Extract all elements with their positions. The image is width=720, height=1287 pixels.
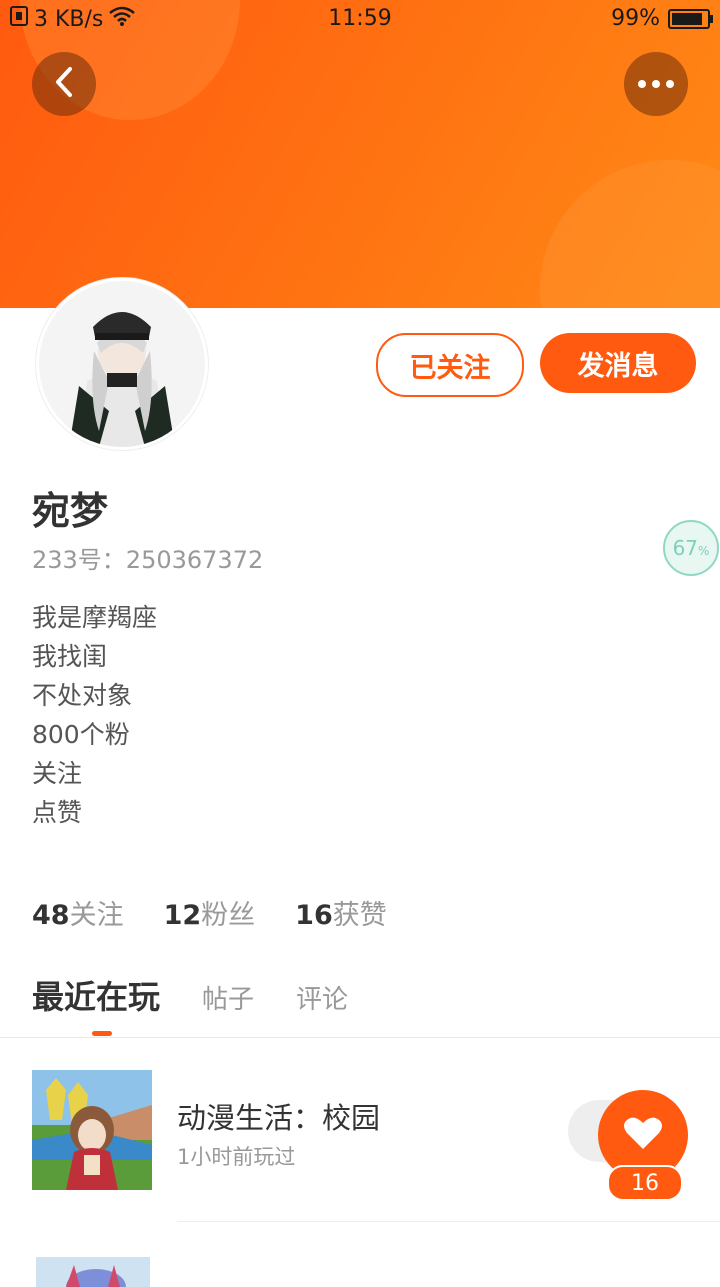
stat-label: 关注 <box>69 900 124 931</box>
bio-line: 我是摩羯座 <box>32 603 158 632</box>
stat-likes[interactable]: 16获赞 <box>295 893 387 932</box>
stat-value: 48 <box>32 900 70 931</box>
profile-banner <box>0 0 720 308</box>
game-thumbnail[interactable] <box>36 1257 150 1287</box>
game-thumbnail[interactable] <box>32 1070 152 1190</box>
profile-stats: 48关注 12粉丝 16获赞 <box>32 893 387 932</box>
game-last-played: 1小时前玩过 <box>177 1145 296 1169</box>
game-title[interactable]: 动漫生活：校园 <box>177 1095 380 1137</box>
stat-value: 16 <box>295 900 333 931</box>
stat-value: 12 <box>163 900 202 931</box>
tab-recently-played[interactable]: 最近在玩 <box>32 972 160 1018</box>
completion-badge[interactable]: 67% <box>663 520 719 576</box>
banner-decoration <box>540 160 720 308</box>
tab-comments[interactable]: 评论 <box>296 979 348 1016</box>
avatar[interactable] <box>36 278 208 450</box>
like-count: 16 <box>607 1165 683 1201</box>
send-message-button[interactable]: 发消息 <box>540 333 696 393</box>
stat-label: 获赞 <box>332 900 387 931</box>
completion-unit: % <box>698 544 710 558</box>
status-bar: 3 KB/s 11:59 99% <box>0 0 720 40</box>
bio-line: 不处对象 <box>32 681 133 710</box>
divider <box>0 1037 720 1038</box>
heart-icon <box>623 1115 663 1155</box>
followed-button[interactable]: 已关注 <box>376 333 524 397</box>
bio-line: 800个粉 <box>32 720 130 749</box>
bio-line: 关注 <box>32 759 83 788</box>
more-dots-icon <box>638 80 674 88</box>
battery-icon <box>668 8 713 29</box>
tab-posts[interactable]: 帖子 <box>202 979 254 1016</box>
profile-tabs: 最近在玩 帖子 评论 <box>32 972 348 1018</box>
profile-bio: 我是摩羯座 我找闺 不处对象 800个粉 关注 点赞 <box>32 598 157 832</box>
stat-fans[interactable]: 12粉丝 <box>164 893 256 932</box>
bio-line: 点赞 <box>32 798 83 827</box>
more-button[interactable] <box>624 52 688 116</box>
chevron-left-icon <box>52 66 76 102</box>
bio-line: 我找闺 <box>32 642 108 671</box>
stat-following[interactable]: 48关注 <box>32 893 124 932</box>
battery-percent: 99% <box>611 6 660 31</box>
back-button[interactable] <box>32 52 96 116</box>
row-divider <box>177 1221 720 1222</box>
stat-label: 粉丝 <box>201 900 256 931</box>
profile-uid: 233号：250367372 <box>32 546 264 574</box>
completion-value: 67 <box>672 536 699 560</box>
tab-indicator <box>92 1031 112 1036</box>
profile-name: 宛梦 <box>32 489 109 533</box>
